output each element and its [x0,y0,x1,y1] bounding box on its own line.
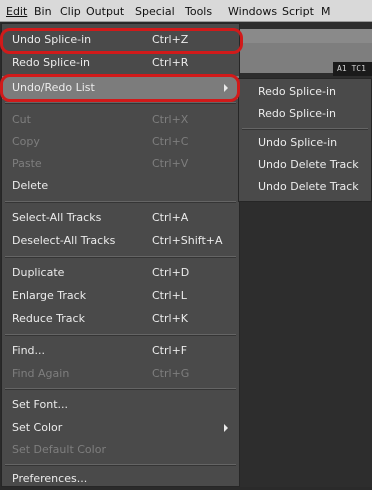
submenu-item-label: Undo Delete Track [258,180,359,193]
menu-item-undo-redo-list[interactable]: Undo/Redo List [2,76,239,99]
edit-menu: Undo Splice-in Ctrl+Z Redo Splice-in Ctr… [1,23,240,487]
menu-item-duplicate[interactable]: Duplicate Ctrl+D [2,261,239,284]
menu-item-copy[interactable]: Copy Ctrl+C [2,130,239,153]
menu-separator [5,201,236,203]
menu-edit[interactable]: Edit [6,5,27,18]
menu-special[interactable]: Special [135,5,175,18]
menu-item-label: Reduce Track [12,312,85,325]
menu-separator [5,388,236,390]
menu-item-label: Set Font... [12,398,68,411]
menu-item-cut[interactable]: Cut Ctrl+X [2,108,239,131]
submenu-item-undo[interactable]: Undo Delete Track [239,154,371,176]
submenu-arrow-icon [224,84,228,92]
menu-item-label: Duplicate [12,266,65,279]
menu-item-shortcut: Ctrl+G [152,367,190,380]
menu-item-delete[interactable]: Delete [2,174,239,197]
submenu-item-redo[interactable]: Redo Splice-in [239,81,371,103]
menu-item-label: Copy [12,135,40,148]
submenu-item-label: Undo Splice-in [258,136,338,149]
menu-item-shortcut: Ctrl+D [152,266,190,279]
menu-item-label: Set Default Color [12,443,106,456]
submenu-separator [242,128,368,130]
menu-item-shortcut: Ctrl+X [152,113,189,126]
menu-item-shortcut: Ctrl+Shift+A [152,234,223,247]
menu-item-label: Redo Splice-in [12,56,91,69]
menu-bin[interactable]: Bin [34,5,52,18]
menu-item-find-again[interactable]: Find Again Ctrl+G [2,362,239,385]
menu-item-set-default-color[interactable]: Set Default Color [2,438,239,461]
menu-item-label: Enlarge Track [12,289,87,302]
menu-separator [5,256,236,258]
menu-item-reduce-track[interactable]: Reduce Track Ctrl+K [2,307,239,330]
menu-item-shortcut: Ctrl+A [152,211,189,224]
menu-more[interactable]: M [321,5,331,18]
submenu-item-label: Redo Splice-in [258,85,337,98]
menu-separator [5,334,236,336]
menu-item-set-font[interactable]: Set Font... [2,393,239,416]
menu-item-shortcut: Ctrl+K [152,312,189,325]
timecode-track-label: A1 TC1 [333,62,372,76]
menu-item-select-all-tracks[interactable]: Select-All Tracks Ctrl+A [2,206,239,229]
menu-item-label: Undo/Redo List [12,81,95,94]
menu-item-label: Paste [12,157,42,170]
menu-item-label: Preferences... [12,472,88,485]
menu-item-deselect-all-tracks[interactable]: Deselect-All Tracks Ctrl+Shift+A [2,229,239,252]
menu-item-shortcut: Ctrl+R [152,56,189,69]
menu-item-label: Find Again [12,367,70,380]
menu-item-find[interactable]: Find... Ctrl+F [2,339,239,362]
menu-item-redo[interactable]: Redo Splice-in Ctrl+R [2,51,239,74]
menu-item-label: Set Color [12,421,63,434]
menu-item-label: Undo Splice-in [12,33,92,46]
menu-item-shortcut: Ctrl+C [152,135,189,148]
menu-item-enlarge-track[interactable]: Enlarge Track Ctrl+L [2,284,239,307]
background-timeline-strip [240,29,372,43]
menu-tools[interactable]: Tools [185,5,212,18]
menu-item-set-color[interactable]: Set Color [2,416,239,439]
submenu-item-label: Undo Delete Track [258,158,359,171]
menu-item-paste[interactable]: Paste Ctrl+V [2,152,239,175]
menu-item-label: Cut [12,113,31,126]
submenu-item-undo[interactable]: Undo Splice-in [239,132,371,154]
menu-item-label: Deselect-All Tracks [12,234,116,247]
menu-item-shortcut: Ctrl+F [152,344,188,357]
menu-windows[interactable]: Windows [228,5,277,18]
submenu-item-redo[interactable]: Redo Splice-in [239,103,371,125]
menu-item-shortcut: Ctrl+Z [152,33,189,46]
menu-item-shortcut: Ctrl+V [152,157,189,170]
menu-script[interactable]: Script [282,5,314,18]
submenu-item-undo[interactable]: Undo Delete Track [239,176,371,198]
undo-redo-submenu: Redo Splice-in Redo Splice-in Undo Splic… [238,78,372,202]
menu-bar: Edit Bin Clip Output Special Tools Windo… [0,0,372,22]
menu-item-label: Select-All Tracks [12,211,102,224]
menu-item-label: Delete [12,179,49,192]
menu-item-label: Find... [12,344,46,357]
submenu-arrow-icon [224,424,228,432]
menu-separator [5,102,236,104]
submenu-item-label: Redo Splice-in [258,107,337,120]
menu-output[interactable]: Output [86,5,124,18]
menu-item-shortcut: Ctrl+L [152,289,187,302]
menu-separator [5,464,236,466]
menu-clip[interactable]: Clip [60,5,81,18]
menu-item-undo[interactable]: Undo Splice-in Ctrl+Z [2,28,239,51]
